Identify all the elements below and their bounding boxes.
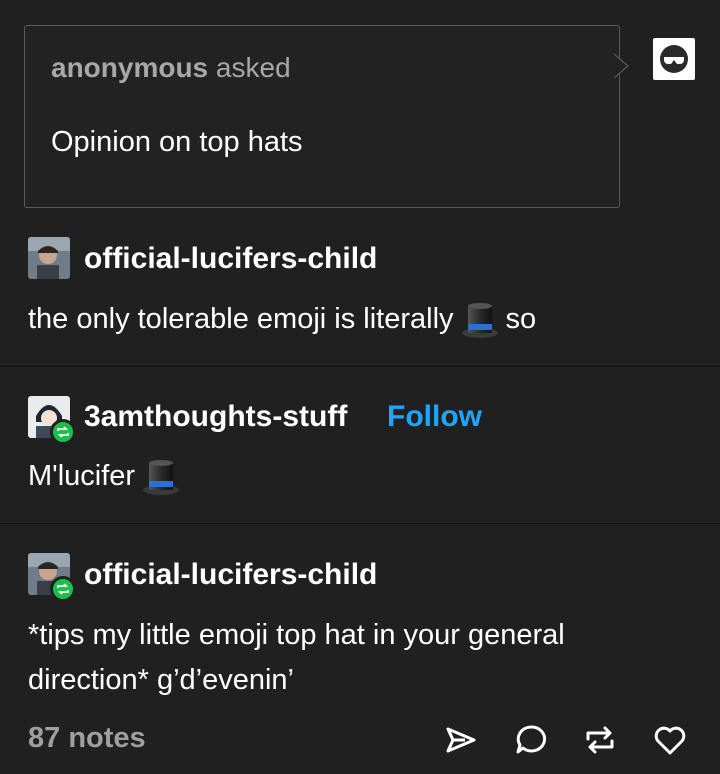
- post-text-line: direction* g’d’evenin’: [28, 664, 294, 696]
- anonymous-avatar-icon[interactable]: [653, 38, 695, 80]
- post-text-part: M'lucifer: [28, 460, 136, 492]
- ask-question: Opinion on top hats: [51, 126, 303, 158]
- divider: [0, 523, 720, 524]
- post-text: *tips my little emoji top hat in your ge…: [28, 613, 565, 703]
- top-hat-emoji: [143, 460, 180, 496]
- notes-count[interactable]: 87 notes: [28, 722, 146, 755]
- post-text: the only tolerable emoji is literally so: [28, 297, 536, 342]
- username[interactable]: official-lucifers-child: [84, 558, 377, 592]
- username[interactable]: 3amthoughts-stuff: [84, 400, 347, 434]
- reblog-icon[interactable]: [582, 722, 618, 758]
- post-text-line: *tips my little emoji top hat in your ge…: [28, 619, 565, 651]
- share-icon[interactable]: [443, 722, 479, 758]
- follow-button[interactable]: Follow: [387, 400, 482, 434]
- ask-pointer-arrow: [614, 53, 629, 79]
- post-text: M'lucifer: [28, 454, 187, 499]
- post-text-part: the only tolerable emoji is literally: [28, 303, 454, 335]
- ask-verb: asked: [215, 52, 291, 83]
- heart-icon[interactable]: [652, 722, 688, 758]
- top-hat-emoji: [461, 303, 498, 339]
- reblog-badge-icon: [50, 576, 76, 602]
- username[interactable]: official-lucifers-child: [84, 242, 377, 276]
- post-text-part: so: [505, 303, 537, 335]
- asker-name[interactable]: anonymous: [51, 52, 208, 83]
- reblog-badge-icon: [50, 419, 76, 445]
- avatar[interactable]: [28, 237, 70, 279]
- divider: [0, 366, 720, 367]
- ask-header: anonymous asked: [51, 52, 291, 84]
- reply-icon[interactable]: [513, 722, 549, 758]
- ask-box: anonymous asked Opinion on top hats: [24, 25, 620, 208]
